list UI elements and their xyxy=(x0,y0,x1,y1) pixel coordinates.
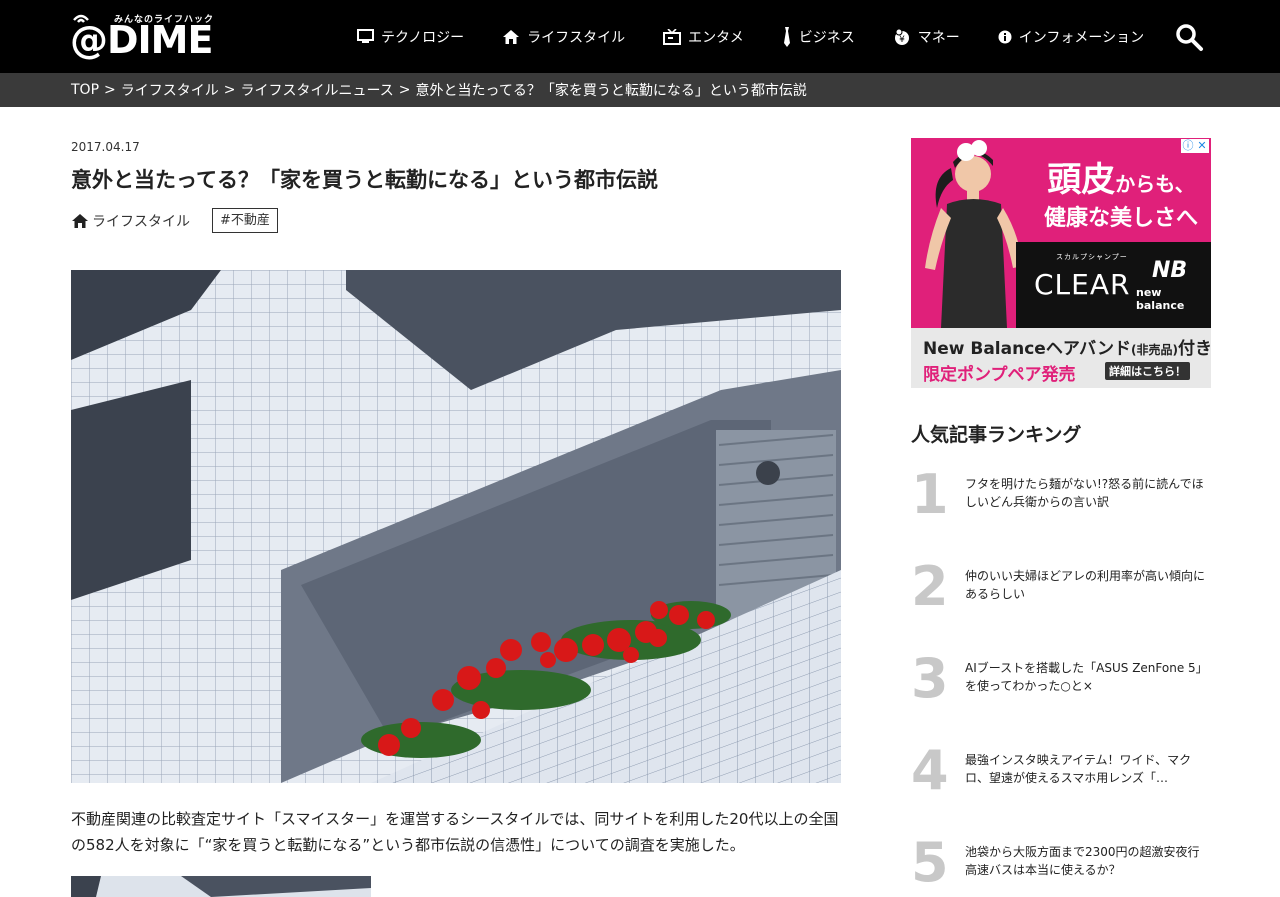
ranking-list: 1 フタを明けたら麺がない!?怒る前に読んでほしいどん兵衛からの言い訳 2 仲の… xyxy=(911,455,1211,897)
ranking-number: 5 xyxy=(911,831,949,894)
main-nav: テクノロジー ライフスタイル エンタメ ビジネス ¥ マネー インフォメーション xyxy=(357,0,1182,73)
site-header: みんなのライフハック @DIME テクノロジー ライフスタイル エンタメ ビジネ… xyxy=(0,0,1280,73)
site-logo[interactable]: みんなのライフハック @DIME xyxy=(70,12,220,62)
ranking-link[interactable]: フタを明けたら麺がない!?怒る前に読んでほしいどん兵衛からの言い訳 xyxy=(965,475,1211,511)
breadcrumb-top[interactable]: TOP xyxy=(71,82,99,98)
article-hero-image xyxy=(71,270,841,783)
nav-label: インフォメーション xyxy=(1018,29,1145,46)
ranking-number: 2 xyxy=(911,555,949,618)
ranking-link[interactable]: 仲のいい夫婦ほどアレの利用率が高い傾向にあるらしい xyxy=(965,567,1211,603)
breadcrumb: TOP > ライフスタイル > ライフスタイルニュース > 意外と当たってる？「… xyxy=(71,73,807,107)
adchoices-icon[interactable]: ⓘ xyxy=(1181,139,1195,153)
info-icon xyxy=(998,30,1012,43)
new-balance-logo-icon: NB xyxy=(1152,258,1188,283)
nav-entertainment[interactable]: エンタメ xyxy=(663,0,744,73)
ranking-link[interactable]: 最強インスタ映えアイテム！ワイド、マクロ、望遠が使えるスマホ用レンズ「… xyxy=(965,751,1211,787)
nav-information[interactable]: インフォメーション xyxy=(998,0,1144,73)
close-icon[interactable]: ✕ xyxy=(1195,139,1209,153)
article-second-image xyxy=(71,876,371,897)
ad-partner-name: new balance xyxy=(1136,286,1185,312)
breadcrumb-bar: TOP > ライフスタイル > ライフスタイルニュース > 意外と当たってる？「… xyxy=(0,73,1280,107)
ad-info-buttons[interactable]: ⓘ ✕ xyxy=(1181,139,1209,153)
ranking-number: 4 xyxy=(911,739,949,802)
ranking-item-2[interactable]: 2 仲のいい夫婦ほどアレの利用率が高い傾向にあるらしい xyxy=(911,547,1211,639)
article-date: 2017.04.17 xyxy=(71,140,140,154)
breadcrumb-lifestyle-news[interactable]: ライフスタイルニュース xyxy=(240,80,393,100)
nav-lifestyle[interactable]: ライフスタイル xyxy=(502,0,625,73)
ad-offer: New Balanceヘアバンド(非売品)付き 限定ポンプペア発売 詳細はこちら… xyxy=(911,328,1211,388)
home-icon xyxy=(503,29,520,44)
ad-brand-block: スカルプシャンプー CLEAR NB new balance xyxy=(1016,242,1211,328)
tie-icon xyxy=(783,26,790,47)
breadcrumb-lifestyle[interactable]: ライフスタイル xyxy=(121,80,219,100)
nav-technology[interactable]: テクノロジー xyxy=(357,0,464,73)
ranking-number: 1 xyxy=(911,463,949,526)
ad-headline-2: 健康な美しさへ xyxy=(1043,206,1198,231)
category-label: ライフスタイル xyxy=(92,214,190,230)
ad-brand-kana: スカルプシャンプー xyxy=(1056,253,1128,261)
nav-label: ビジネス xyxy=(798,29,855,46)
nav-label: テクノロジー xyxy=(381,29,465,46)
nav-label: マネー xyxy=(917,29,960,46)
logo-text: @DIME xyxy=(70,18,213,62)
ad-brand-name: CLEAR xyxy=(1034,268,1131,301)
article-category[interactable]: ライフスタイル xyxy=(71,211,190,231)
article-title: 意外と当たってる？「家を買うと転勤になる」という都市伝説 xyxy=(71,168,658,192)
breadcrumb-current: 意外と当たってる？「家を買うと転勤になる」という都市伝説 xyxy=(415,83,807,99)
breadcrumb-separator: > xyxy=(223,82,236,98)
svg-text:¥: ¥ xyxy=(899,35,905,45)
ad-headline-1: 頭皮からも、 xyxy=(1047,160,1195,200)
ranking-link[interactable]: 池袋から大阪方面まで2300円の超激安夜行高速バスは本当に使えるか？ xyxy=(965,843,1211,879)
ranking-item-1[interactable]: 1 フタを明けたら麺がない!?怒る前に読んでほしいどん兵衛からの言い訳 xyxy=(911,455,1211,547)
home-icon xyxy=(72,214,88,228)
article-tag[interactable]: #不動産 xyxy=(212,208,278,233)
nav-label: エンタメ xyxy=(688,29,744,46)
nav-label: ライフスタイル xyxy=(527,29,626,46)
ranking-item-5[interactable]: 5 池袋から大阪方面まで2300円の超激安夜行高速バスは本当に使えるか？ xyxy=(911,823,1211,897)
ranking-link[interactable]: AIブーストを搭載した「ASUS ZenFone 5」を使ってわかった○と× xyxy=(965,659,1211,695)
nav-money[interactable]: ¥ マネー xyxy=(893,0,960,73)
ranking-number: 3 xyxy=(911,647,949,710)
monitor-icon xyxy=(357,29,374,43)
ad-offer-line-1: New Balanceヘアバンド(非売品)付き xyxy=(923,339,1211,359)
breadcrumb-separator: > xyxy=(104,82,116,98)
breadcrumb-separator: > xyxy=(398,82,411,98)
sidebar-ad-banner[interactable]: ⓘ ✕ 頭皮からも、 健康な美しさへ スカルプシャンプー CLEAR NB ne… xyxy=(911,138,1211,388)
article-body: 不動産関連の比較査定サイト「スマイスター」を運営するシースタイルでは、同サイトを… xyxy=(71,810,839,854)
ad-details-button[interactable]: 詳細はこちら！ xyxy=(1105,362,1190,380)
ad-model-photo xyxy=(911,138,1031,328)
tv-icon xyxy=(663,28,682,45)
search-icon[interactable] xyxy=(1174,22,1204,52)
money-icon: ¥ xyxy=(894,28,909,45)
ad-offer-line-2: 限定ポンプペア発売 xyxy=(923,365,1076,385)
ranking-item-3[interactable]: 3 AIブーストを搭載した「ASUS ZenFone 5」を使ってわかった○と× xyxy=(911,639,1211,731)
ranking-item-4[interactable]: 4 最強インスタ映えアイテム！ワイド、マクロ、望遠が使えるスマホ用レンズ「… xyxy=(911,731,1211,823)
ranking-title: 人気記事ランキング xyxy=(911,424,1082,446)
nav-business[interactable]: ビジネス xyxy=(782,0,855,73)
